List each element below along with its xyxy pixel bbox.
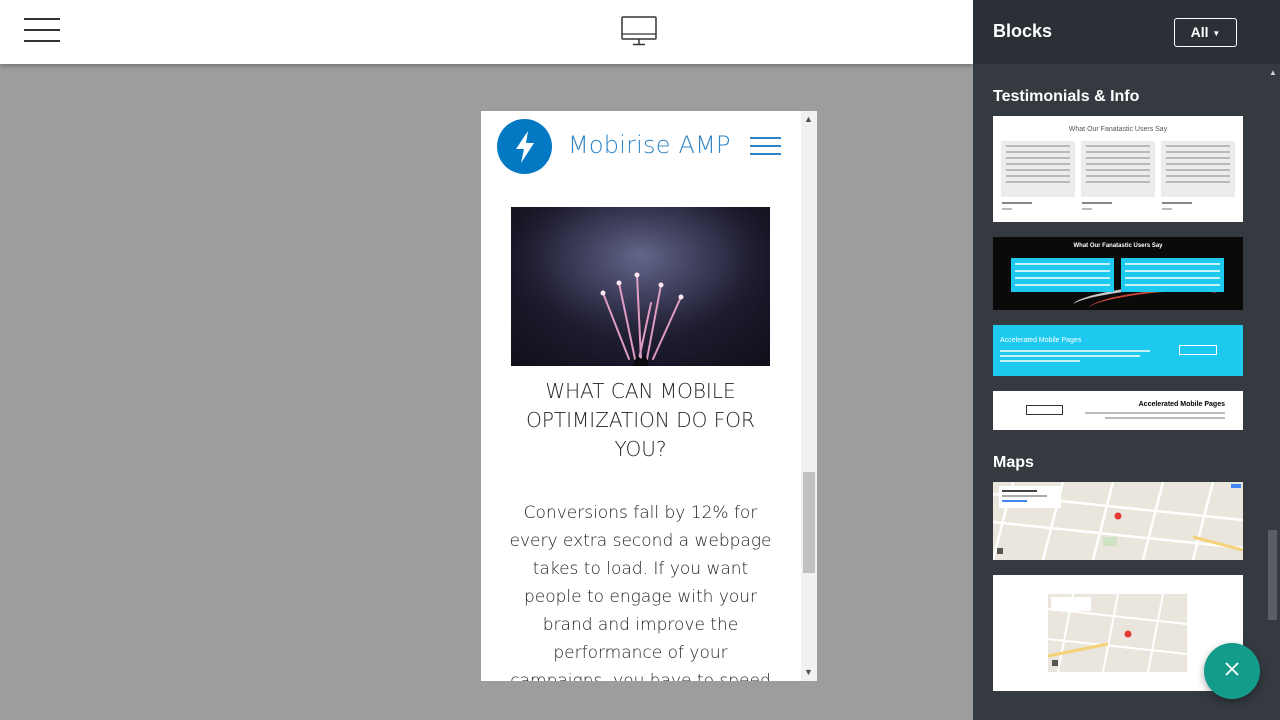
top-toolbar — [0, 0, 973, 64]
block-thumbnail-amp-white[interactable]: Accelerated Mobile Pages — [993, 391, 1243, 430]
preview-navbar: Mobirise AMP — [481, 111, 801, 183]
scroll-up-icon[interactable]: ▲ — [1269, 68, 1277, 77]
preview-scrollbar[interactable]: ▲ ▼ — [801, 111, 817, 681]
brand-name[interactable]: Mobirise AMP — [568, 131, 731, 159]
sidebar-title: Blocks — [993, 21, 1053, 41]
section-text[interactable]: Conversions fall by 12% for every extra … — [503, 499, 778, 681]
thumbnail-title: Accelerated Mobile Pages — [1000, 337, 1082, 344]
section-label-testimonials: Testimonials & Info — [993, 88, 1140, 105]
block-thumbnail-testimonials-dark[interactable]: What Our Fanatastic Users Say — [993, 237, 1243, 310]
block-thumbnail-amp-cyan[interactable]: Accelerated Mobile Pages — [993, 325, 1243, 376]
caret-down-icon: ▼ — [1212, 28, 1221, 38]
close-icon — [1224, 661, 1240, 682]
thumbnail-button — [1179, 345, 1217, 355]
fireworks-image — [511, 207, 770, 366]
thumbnail-button — [1026, 405, 1063, 415]
scrollbar-thumb[interactable] — [803, 472, 815, 573]
thumbnail-title: What Our Fanatastic Users Say — [1073, 243, 1163, 249]
thumbnail-title: Accelerated Mobile Pages — [1138, 401, 1225, 408]
mobile-preview[interactable]: Mobirise AMP WHAT CAN MOBILE OPTIMIZATIO… — [481, 111, 817, 681]
block-thumbnail-testimonials-white[interactable]: What Our Fanatastic Users Say — [993, 116, 1243, 222]
scroll-down-icon[interactable]: ▼ — [804, 667, 813, 677]
scroll-up-icon[interactable]: ▲ — [804, 114, 813, 124]
block-thumbnail-map-full[interactable] — [993, 482, 1243, 560]
sidebar-scrollbar[interactable]: ▲ — [1265, 64, 1280, 720]
scrollbar-thumb[interactable] — [1268, 530, 1277, 620]
blocks-sidebar: Blocks All ▼ Testimonials & Info What Ou… — [973, 0, 1280, 720]
lightning-bolt-icon[interactable] — [497, 119, 552, 174]
close-fab-button[interactable] — [1204, 643, 1260, 699]
sidebar-header: Blocks All ▼ — [973, 0, 1280, 64]
filter-dropdown-button[interactable]: All ▼ — [1174, 18, 1237, 47]
thumbnail-title: What Our Fanatastic Users Say — [1068, 126, 1168, 133]
section-heading[interactable]: WHAT CAN MOBILE OPTIMIZATION DO FOR YOU? — [501, 377, 780, 464]
filter-label: All — [1190, 24, 1209, 40]
hamburger-icon[interactable] — [24, 16, 60, 44]
section-label-maps: Maps — [993, 454, 1034, 471]
hamburger-icon[interactable] — [750, 135, 781, 157]
desktop-monitor-icon[interactable] — [620, 15, 658, 47]
